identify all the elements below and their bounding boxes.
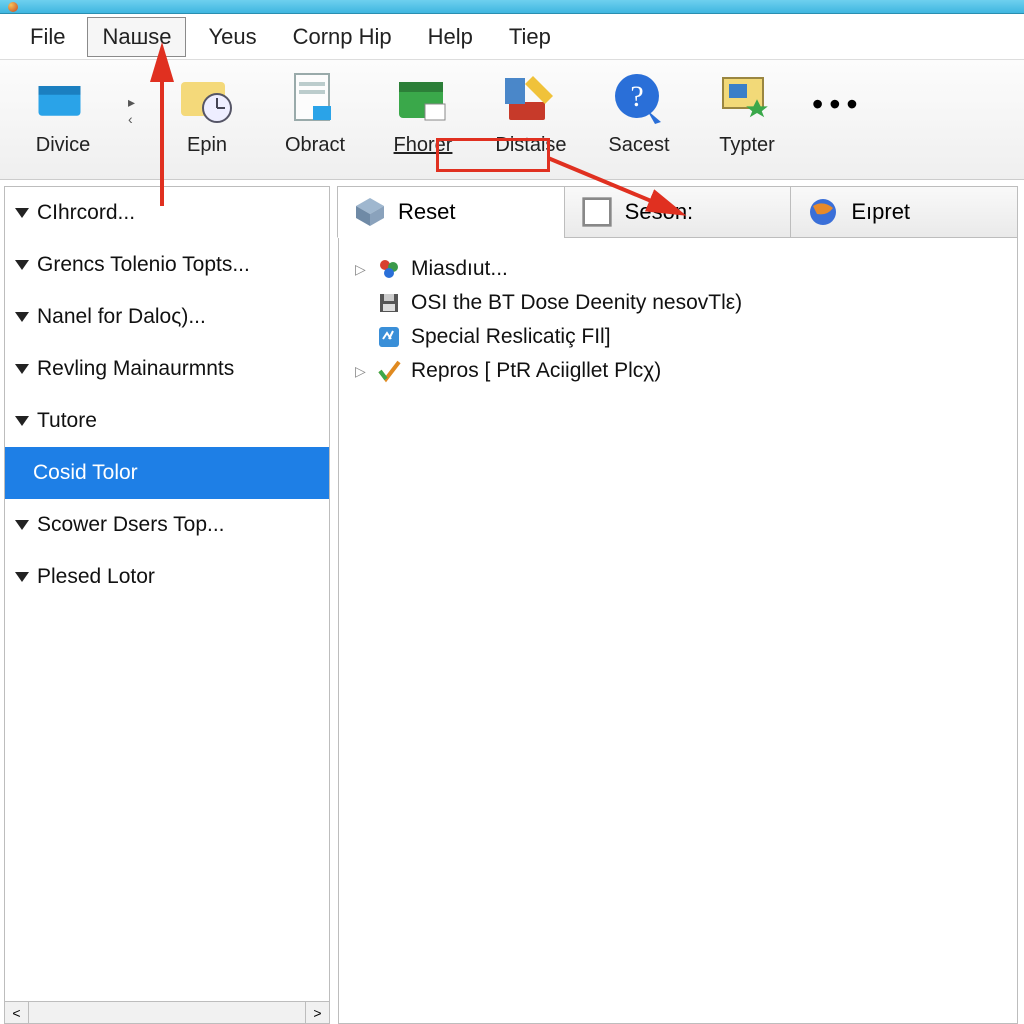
sidebar: CIhrcord... Grencs Tolenio Topts... Nane… [4, 186, 330, 1024]
sidebar-item-label: Plesed Lotor [37, 565, 155, 589]
menu-file[interactable]: File [16, 18, 79, 56]
sidebar-item[interactable]: Nanel for Daloς)... [5, 291, 329, 343]
sidebar-item[interactable]: CIhrcord... [5, 187, 329, 239]
sidebar-item[interactable]: Revling Mainaurmnts [5, 343, 329, 395]
sidebar-item-label: Scower Dsers Top... [37, 513, 225, 537]
toolbar-epin[interactable]: Epin [164, 68, 250, 157]
sidebar-item-label: Grencs Tolenio Topts... [37, 253, 250, 277]
toolbar-label: Divice [36, 134, 90, 157]
sidebar-item-label: Revling Mainaurmnts [37, 357, 234, 381]
sidebar-item[interactable]: Plesed Lotor [5, 551, 329, 603]
scroll-right-button[interactable]: > [305, 1002, 329, 1023]
workspace: CIhrcord... Grencs Tolenio Topts... Nane… [0, 180, 1024, 1024]
annotation-highlight-box [436, 138, 550, 172]
chevron-down-icon [15, 364, 29, 374]
tab-seson[interactable]: Seson: [564, 186, 792, 238]
checkbox-icon [581, 196, 613, 228]
folder-icon [31, 68, 95, 132]
tools-icon [499, 68, 563, 132]
chevron-down-icon [15, 260, 29, 270]
tree-row[interactable]: ▷ Repros [ PtR Aciigllet Plcχ) [353, 354, 1003, 388]
sidebar-item[interactable]: Tutore [5, 395, 329, 447]
toolbar-sacest[interactable]: ? Sacest [596, 68, 682, 157]
expander-icon[interactable]: ▷ [355, 363, 367, 380]
tree-row-label: Special Reslicatiç FIl] [411, 325, 611, 349]
sidebar-item-selected[interactable]: Cosid Tolor [5, 447, 329, 499]
expander-icon[interactable]: ▷ [355, 261, 367, 278]
check-icon [377, 359, 401, 383]
menu-tiep[interactable]: Tiep [495, 18, 565, 56]
help-icon: ? [607, 68, 671, 132]
menu-nause[interactable]: Naшse [87, 17, 186, 57]
tab-label: Eıpret [851, 199, 910, 225]
tab-eipret[interactable]: Eıpret [790, 186, 1018, 238]
chevron-down-icon [15, 572, 29, 582]
sidebar-item-label: Cosid Tolor [33, 461, 138, 485]
chevron-down-icon [15, 520, 29, 530]
toolbar: Divice ▸ ‹ Epin Obract Fhorer Distaise ?… [0, 60, 1024, 180]
menu-help[interactable]: Help [414, 18, 487, 56]
menu-cornp[interactable]: Cornp Hip [279, 18, 406, 56]
globe-icon [807, 196, 839, 228]
toolbar-typter[interactable]: Typter [704, 68, 790, 157]
window-star-icon [715, 68, 779, 132]
tab-row: Reset Seson: Eıpret [338, 186, 1018, 238]
titlebar [0, 0, 1024, 14]
main-pane: Reset Seson: Eıpret ▷ Miasdıut... [338, 186, 1018, 1024]
sidebar-item-label: Tutore [37, 409, 97, 433]
chevron-down-icon [15, 312, 29, 322]
toolbar-separator-arrow: ▸ ‹ [128, 94, 142, 127]
sidebar-scrollbar[interactable]: < > [5, 1001, 329, 1023]
toolbar-divice[interactable]: Divice [20, 68, 106, 157]
blue-square-icon [377, 325, 401, 349]
tree-row-label: Miasdıut... [411, 257, 508, 281]
green-box-icon [391, 68, 455, 132]
tab-reset[interactable]: Reset [337, 186, 565, 238]
toolbar-obract[interactable]: Obract [272, 68, 358, 157]
tree-row[interactable]: Special Reslicatiç FIl] [353, 320, 1003, 354]
tree-row-label: Repros [ PtR Aciigllet Plcχ) [411, 359, 661, 383]
cube-icon [354, 196, 386, 228]
chevron-down-icon [15, 416, 29, 426]
menu-yeus[interactable]: Yeus [194, 18, 270, 56]
sidebar-list: CIhrcord... Grencs Tolenio Topts... Nane… [5, 187, 329, 1001]
toolbar-label: Sacest [608, 134, 669, 157]
toolbar-overflow[interactable]: ••• [812, 86, 864, 123]
menubar: File Naшse Yeus Cornp Hip Help Tiep [0, 14, 1024, 60]
scroll-left-button[interactable]: < [5, 1002, 29, 1023]
tree-row[interactable]: OSI the BT Dose Deenity nesovTlε) [353, 286, 1003, 320]
sidebar-item-label: CIhrcord... [37, 201, 135, 225]
tab-label: Reset [398, 199, 455, 225]
orbs-icon [377, 257, 401, 281]
toolbar-label: Typter [719, 134, 775, 157]
clock-folder-icon [175, 68, 239, 132]
sidebar-item-label: Nanel for Daloς)... [37, 305, 206, 329]
tree-row-label: OSI the BT Dose Deenity nesovTlε) [411, 291, 742, 315]
toolbar-label: Epin [187, 134, 227, 157]
chevron-down-icon [15, 208, 29, 218]
svg-text:?: ? [630, 80, 643, 113]
sidebar-item[interactable]: Grencs Tolenio Topts... [5, 239, 329, 291]
floppy-icon [377, 291, 401, 315]
tab-label: Seson: [625, 199, 694, 225]
content-area: ▷ Miasdıut... OSI the BT Dose Deenity ne… [338, 238, 1018, 1024]
sidebar-item[interactable]: Scower Dsers Top... [5, 499, 329, 551]
tree-row[interactable]: ▷ Miasdıut... [353, 252, 1003, 286]
doc-icon [283, 68, 347, 132]
toolbar-label: Obract [285, 134, 345, 157]
scroll-track[interactable] [29, 1002, 305, 1023]
app-icon [8, 2, 18, 12]
